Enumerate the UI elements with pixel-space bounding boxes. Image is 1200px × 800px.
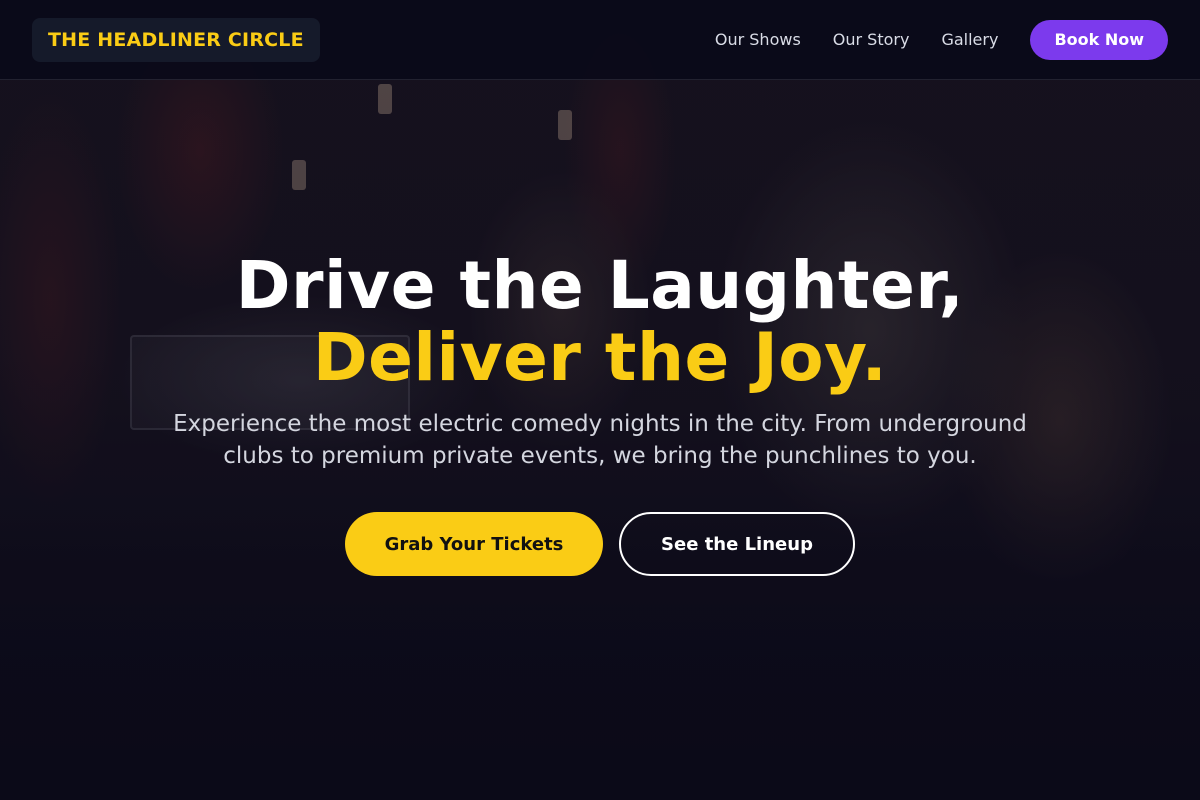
nav-link-our-story[interactable]: Our Story — [833, 30, 910, 49]
headline-line-1: Drive the Laughter, — [235, 247, 965, 324]
grab-tickets-button[interactable]: Grab Your Tickets — [345, 512, 603, 576]
see-lineup-button[interactable]: See the Lineup — [619, 512, 855, 576]
nav-links: Our Shows Our Story Gallery Book Now — [715, 19, 1168, 60]
book-now-button[interactable]: Book Now — [1030, 19, 1168, 60]
hero-subtext: Experience the most electric comedy nigh… — [173, 411, 1027, 469]
hero-headline: Drive the Laughter, Deliver the Joy. — [0, 250, 1200, 394]
top-navbar: THE HEADLINER CIRCLE Our Shows Our Story… — [0, 0, 1200, 80]
site-logo[interactable]: THE HEADLINER CIRCLE — [32, 17, 320, 62]
nav-link-gallery[interactable]: Gallery — [941, 30, 998, 49]
headline-line-2: Deliver the Joy. — [312, 319, 888, 396]
cta-row: Grab Your Tickets See the Lineup — [0, 512, 1200, 576]
nav-link-our-shows[interactable]: Our Shows — [715, 30, 801, 49]
hero-section: Drive the Laughter, Deliver the Joy. Exp… — [0, 250, 1200, 576]
